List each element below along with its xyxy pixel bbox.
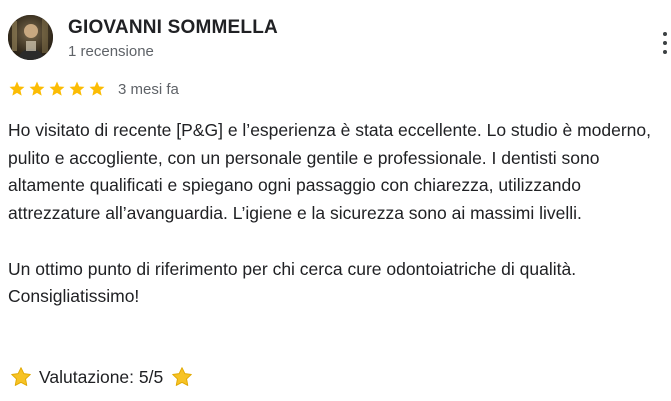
avatar[interactable] (8, 15, 53, 60)
score-line: Valutazione: 5/5 (10, 366, 193, 388)
review-card: GIOVANNI SOMMELLA 1 recensione 3 mesi fa… (0, 0, 671, 401)
review-paragraph: Un ottimo punto di riferimento per chi c… (8, 258, 577, 307)
review-count[interactable]: 1 recensione (68, 43, 154, 60)
score-text: Valutazione: 5/5 (39, 366, 164, 387)
star-icon (69, 81, 85, 96)
star-rating (8, 80, 106, 98)
more-vertical-icon-dot (663, 41, 667, 45)
more-vertical-icon-dot (663, 50, 667, 54)
avatar-photo-icon (8, 15, 53, 60)
rating-row: 3 mesi fa (8, 79, 179, 99)
more-vertical-icon (663, 32, 667, 36)
author-name[interactable]: GIOVANNI SOMMELLA (68, 17, 278, 39)
star-icon (9, 81, 25, 96)
review-date: 3 mesi fa (118, 80, 179, 98)
star-emoji-icon (11, 367, 31, 386)
star-emoji-icon (172, 367, 193, 386)
star-icon (89, 81, 105, 96)
review-text: Ho visitato di recente [P&G] e l’esperie… (8, 117, 668, 311)
star-icon (49, 81, 65, 96)
more-options-button[interactable] (657, 30, 671, 58)
review-paragraph: Ho visitato di recente [P&G] e l’esperie… (8, 120, 651, 224)
star-icon (29, 81, 45, 96)
